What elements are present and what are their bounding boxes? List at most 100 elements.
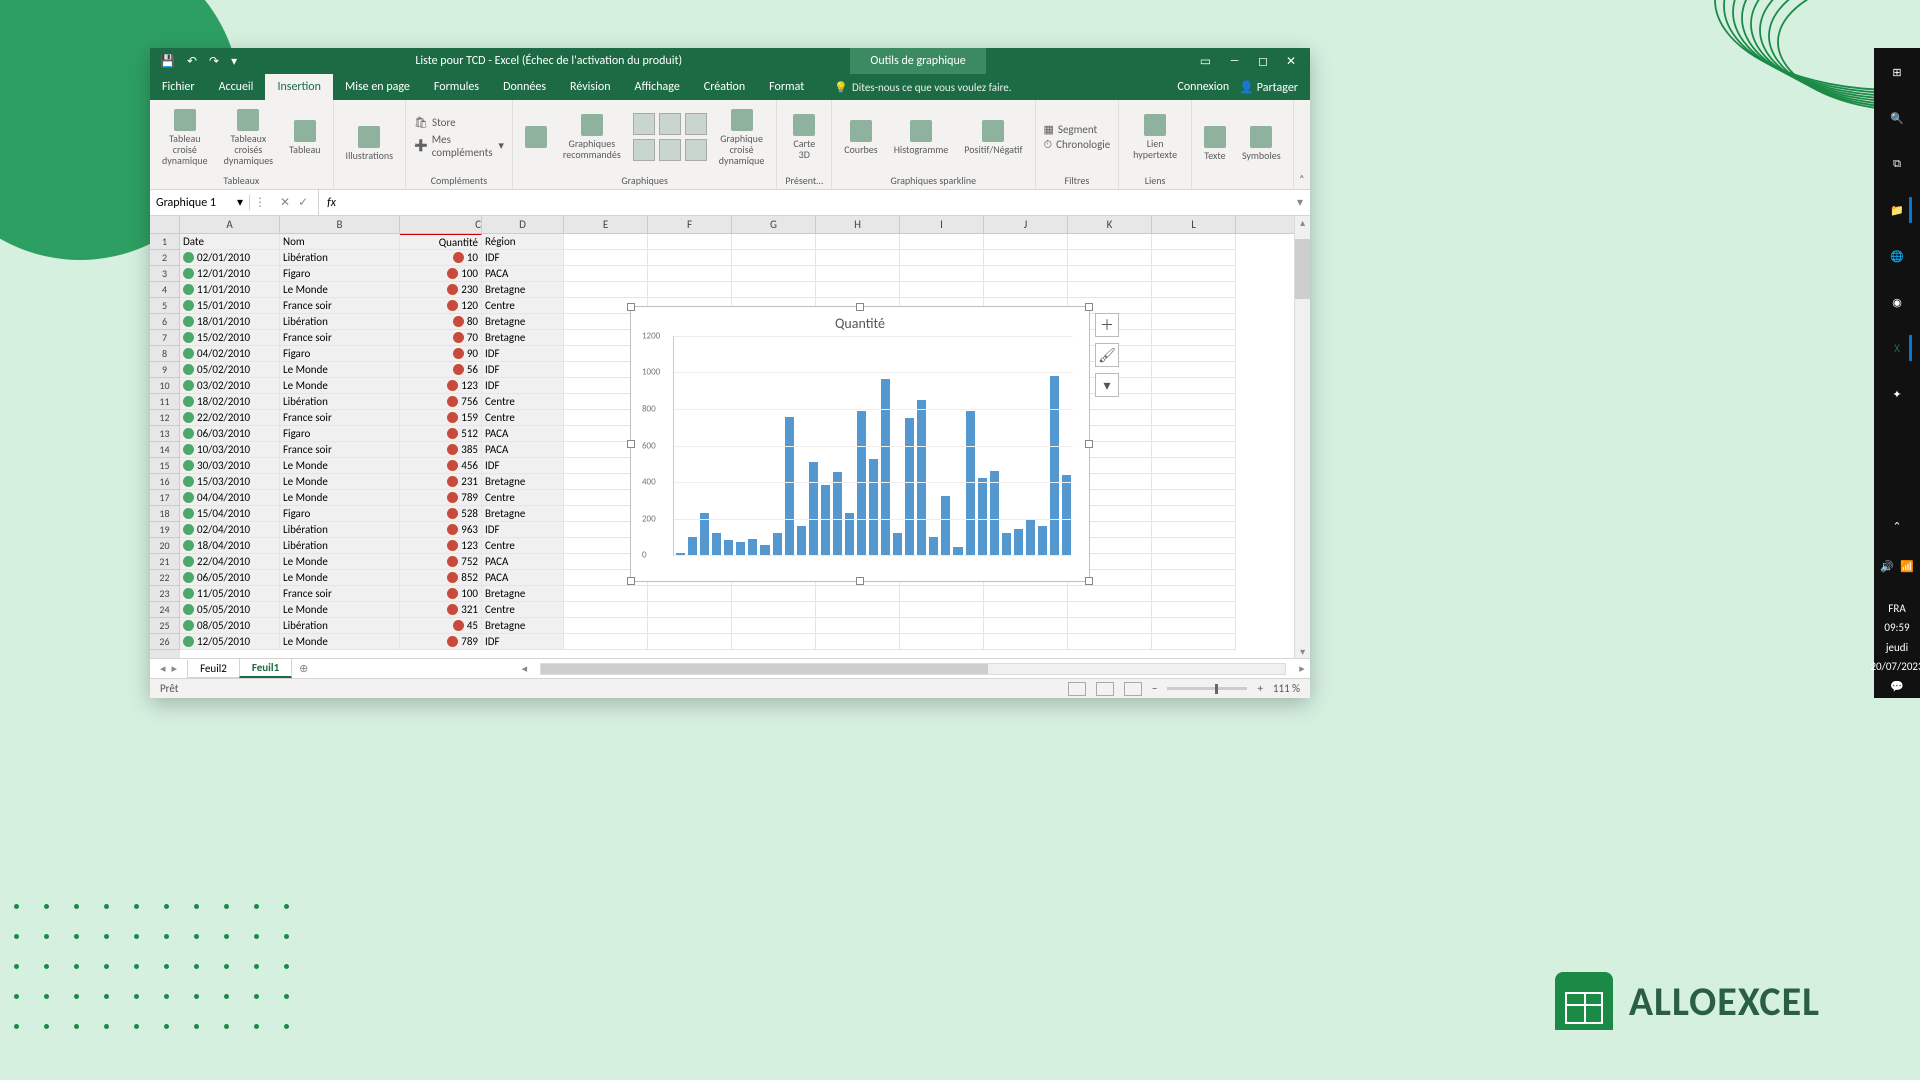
chart-bar[interactable] [688, 537, 697, 555]
data-cell[interactable]: Libération [280, 394, 400, 410]
data-cell[interactable]: 789 [400, 490, 482, 506]
data-cell[interactable]: 123 [400, 538, 482, 554]
pivotchart-button[interactable]: Graphique croisé dynamique [715, 107, 769, 168]
data-cell[interactable]: Centre [482, 298, 564, 314]
data-cell[interactable]: IDF [482, 250, 564, 266]
data-cell[interactable]: 30/03/2010 [180, 458, 280, 474]
data-cell[interactable]: France soir [280, 330, 400, 346]
scroll-thumb[interactable] [1295, 239, 1310, 299]
data-cell[interactable]: 230 [400, 282, 482, 298]
chart-bar[interactable] [736, 542, 745, 555]
clock-time[interactable]: 09:59 [1870, 620, 1920, 635]
resize-handle[interactable] [1085, 577, 1093, 585]
volume-icon[interactable]: 🔊 [1880, 560, 1894, 573]
store-button[interactable]: 🛍Store [414, 116, 456, 129]
data-cell[interactable]: Libération [280, 250, 400, 266]
hyperlink-button[interactable]: Lien hypertexte [1127, 112, 1183, 162]
data-cell[interactable]: Figaro [280, 426, 400, 442]
data-cell[interactable]: IDF [482, 522, 564, 538]
data-cell[interactable]: Centre [482, 394, 564, 410]
data-cell[interactable]: 231 [400, 474, 482, 490]
data-cell[interactable]: 05/02/2010 [180, 362, 280, 378]
chart-bar[interactable] [978, 478, 987, 555]
data-cell[interactable]: Bretagne [482, 282, 564, 298]
data-cell[interactable]: 18/01/2010 [180, 314, 280, 330]
resize-handle[interactable] [627, 577, 635, 585]
tab-affichage[interactable]: Affichage [623, 74, 692, 100]
resize-handle[interactable] [856, 303, 864, 311]
data-cell[interactable]: Le Monde [280, 602, 400, 618]
chart-styles-button[interactable]: 🖌 [1095, 343, 1119, 367]
chart-bar[interactable] [1038, 526, 1047, 555]
chart-bar[interactable] [941, 496, 950, 555]
chart-elements-button[interactable]: ＋ [1095, 313, 1119, 337]
chart-bar[interactable] [857, 411, 866, 555]
qat-dropdown-icon[interactable]: ▾ [231, 54, 237, 69]
resize-handle[interactable] [627, 440, 635, 448]
data-cell[interactable]: Le Monde [280, 490, 400, 506]
sheet-tab-feuil2[interactable]: Feuil2 [187, 660, 240, 678]
undo-icon[interactable]: ↶ [187, 54, 197, 69]
minimize-icon[interactable]: ― [1229, 54, 1240, 69]
view-pagelayout-button[interactable] [1096, 682, 1114, 696]
taskview-icon[interactable]: ⧉ [1885, 152, 1909, 176]
slicer-button[interactable]: ▦ Segment [1044, 123, 1111, 136]
chart-bar[interactable] [760, 545, 769, 555]
chart-bar[interactable] [773, 533, 782, 555]
data-cell[interactable]: PACA [482, 442, 564, 458]
data-cell[interactable]: 45 [400, 618, 482, 634]
share-button[interactable]: 👤 Partager [1239, 80, 1298, 95]
data-cell[interactable]: 15/04/2010 [180, 506, 280, 522]
data-cell[interactable]: 06/05/2010 [180, 570, 280, 586]
edge-icon[interactable]: 🌐 [1885, 244, 1909, 268]
chevron-down-icon[interactable]: ▾ [237, 195, 243, 210]
tab-formules[interactable]: Formules [422, 74, 491, 100]
tab-format[interactable]: Format [757, 74, 816, 100]
search-taskbar-icon[interactable]: 🔍 [1885, 106, 1909, 130]
chart-bar[interactable] [953, 547, 962, 555]
resize-handle[interactable] [1085, 440, 1093, 448]
data-cell[interactable]: Le Monde [280, 570, 400, 586]
view-normal-button[interactable] [1068, 682, 1086, 696]
chart-bar[interactable] [833, 472, 842, 555]
bing-maps-button[interactable] [521, 124, 551, 150]
data-cell[interactable]: 15/02/2010 [180, 330, 280, 346]
chart-bar[interactable] [1026, 519, 1035, 555]
data-cell[interactable]: Le Monde [280, 282, 400, 298]
data-cell[interactable]: 963 [400, 522, 482, 538]
wifi-icon[interactable]: 📶 [1900, 560, 1914, 573]
pivottables-button[interactable]: Tableaux croisés dynamiques [220, 107, 278, 168]
add-sheet-button[interactable]: ⊕ [291, 662, 316, 675]
maximize-icon[interactable]: ◻ [1258, 54, 1268, 69]
resize-handle[interactable] [1085, 303, 1093, 311]
data-cell[interactable]: PACA [482, 570, 564, 586]
data-cell[interactable]: 11/01/2010 [180, 282, 280, 298]
data-cell[interactable]: 100 [400, 586, 482, 602]
data-cell[interactable]: 528 [400, 506, 482, 522]
chart-bar[interactable] [748, 539, 757, 555]
zoom-in-button[interactable]: + [1257, 682, 1262, 695]
data-cell[interactable]: 90 [400, 346, 482, 362]
data-cell[interactable]: Bretagne [482, 474, 564, 490]
row-headers[interactable]: 1234567891011121314151617181920212223242… [150, 234, 180, 658]
data-cell[interactable]: 18/04/2010 [180, 538, 280, 554]
data-cell[interactable]: PACA [482, 554, 564, 570]
sheet-nav-prev-icon[interactable]: ◂ [160, 662, 166, 675]
data-cell[interactable]: 100 [400, 266, 482, 282]
data-cell[interactable]: 456 [400, 458, 482, 474]
data-cell[interactable]: 04/02/2010 [180, 346, 280, 362]
resize-handle[interactable] [856, 577, 864, 585]
cancel-formula-icon[interactable]: ✕ [280, 195, 290, 210]
data-cell[interactable]: Figaro [280, 506, 400, 522]
data-cell[interactable]: 752 [400, 554, 482, 570]
data-cell[interactable]: France soir [280, 298, 400, 314]
header-cell[interactable]: Date [180, 234, 280, 250]
data-cell[interactable]: Le Monde [280, 458, 400, 474]
sparkline-line-button[interactable]: Courbes [840, 118, 882, 157]
tab-fichier[interactable]: Fichier [150, 74, 207, 100]
data-cell[interactable]: Centre [482, 538, 564, 554]
data-cell[interactable]: 123 [400, 378, 482, 394]
data-cell[interactable]: IDF [482, 346, 564, 362]
chart-bar[interactable] [712, 533, 721, 555]
table-button[interactable]: Tableau [285, 118, 324, 157]
